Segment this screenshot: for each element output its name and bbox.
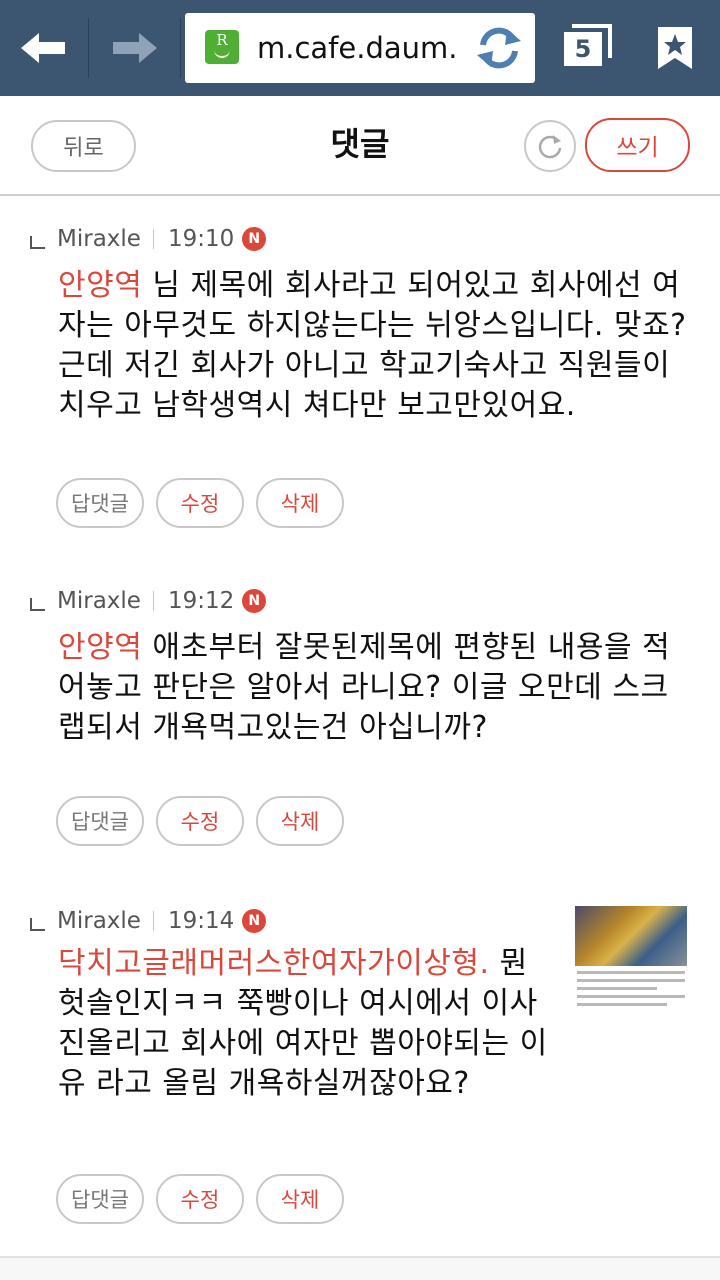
comment-body: 닥치고글래머러스한여자가이상형. 뭔헛솔인지ㅋㅋ 쭉빵이나 여시에서 이사진올리… (58, 944, 548, 1104)
new-badge-icon: N (242, 227, 267, 251)
toolbar-divider (88, 18, 89, 78)
reload-icon[interactable] (475, 25, 523, 75)
mention-link[interactable]: 닥치고글래머러스한여자가이상형. (58, 946, 490, 981)
comment-meta: Miraxle 19:10 N (30, 222, 267, 256)
browser-toolbar: R m.cafe.daum. 5 (0, 0, 720, 96)
edit-button[interactable]: 수정 (156, 796, 244, 846)
edit-button[interactable]: 수정 (156, 1174, 244, 1224)
meta-divider (152, 591, 154, 611)
bookmark-star-icon[interactable] (640, 14, 710, 82)
comment-meta: Miraxle 19:14 N (30, 904, 267, 938)
refresh-icon[interactable] (524, 120, 576, 172)
delete-button[interactable]: 삭제 (256, 1174, 344, 1224)
mention-link[interactable]: 안양역 (58, 268, 142, 303)
write-button[interactable]: 쓰기 (585, 118, 690, 172)
comment-text: 님 제목에 회사라고 되어있고 회사에선 여자는 아무것도 하지않는다는 뉘앙스… (58, 268, 687, 423)
mention-link[interactable]: 안양역 (58, 630, 142, 665)
comment-item: Miraxle 19:12 N 안양역 애초부터 잘못된제목에 편향된 내용을 … (0, 558, 720, 880)
forward-arrow-icon[interactable] (90, 14, 178, 82)
comment-item: Miraxle 19:10 N 안양역 님 제목에 회사라고 되어있고 회사에선… (0, 196, 720, 560)
tab-count: 5 (564, 32, 602, 66)
address-bar[interactable]: R m.cafe.daum. (185, 13, 535, 83)
delete-button[interactable]: 삭제 (256, 478, 344, 528)
comment-actions: 답댓글 수정 삭제 (56, 478, 344, 528)
comment-actions: 답댓글 수정 삭제 (56, 1174, 344, 1224)
reply-indent-icon (30, 597, 45, 611)
comment-text: 애초부터 잘못된제목에 편향된 내용을 적어놓고 판단은 알아서 라니요? 이글… (58, 630, 671, 745)
edit-button[interactable]: 수정 (156, 478, 244, 528)
comment-actions: 답댓글 수정 삭제 (56, 796, 344, 846)
toolbar-divider (180, 18, 181, 78)
attached-image-thumbnail[interactable] (575, 906, 687, 1028)
comment-author[interactable]: Miraxle (57, 908, 141, 934)
meta-divider (152, 229, 154, 249)
tabs-icon[interactable]: 5 (556, 18, 620, 78)
comment-author[interactable]: Miraxle (57, 588, 141, 614)
back-button[interactable]: 뒤로 (31, 120, 136, 172)
reply-button[interactable]: 답댓글 (56, 478, 144, 528)
site-icon: R (205, 30, 239, 64)
meta-divider (152, 911, 154, 931)
comment-author[interactable]: Miraxle (57, 226, 141, 252)
reply-indent-icon (30, 917, 45, 931)
thumbnail-photo (575, 906, 687, 966)
comment-body: 안양역 님 제목에 회사라고 되어있고 회사에선 여자는 아무것도 하지않는다는… (58, 266, 688, 426)
page-header: 댓글 뒤로 쓰기 (0, 96, 720, 196)
reply-button[interactable]: 답댓글 (56, 796, 144, 846)
new-badge-icon: N (242, 909, 267, 933)
comment-time: 19:10 (167, 226, 235, 252)
url-text[interactable]: m.cafe.daum. (257, 13, 469, 83)
back-arrow-icon[interactable] (0, 14, 88, 82)
new-badge-icon: N (242, 589, 267, 613)
comment-time: 19:12 (167, 588, 235, 614)
comment-time: 19:14 (167, 908, 235, 934)
comment-meta: Miraxle 19:12 N (30, 584, 267, 618)
comment-item: Miraxle 19:14 N 닥치고글래머러스한여자가이상형. 뭔헛솔인지ㅋㅋ… (0, 878, 720, 1258)
reply-indent-icon (30, 235, 45, 249)
comment-body: 안양역 애초부터 잘못된제목에 편향된 내용을 적어놓고 판단은 알아서 라니요… (58, 628, 688, 748)
delete-button[interactable]: 삭제 (256, 796, 344, 846)
reply-button[interactable]: 답댓글 (56, 1174, 144, 1224)
